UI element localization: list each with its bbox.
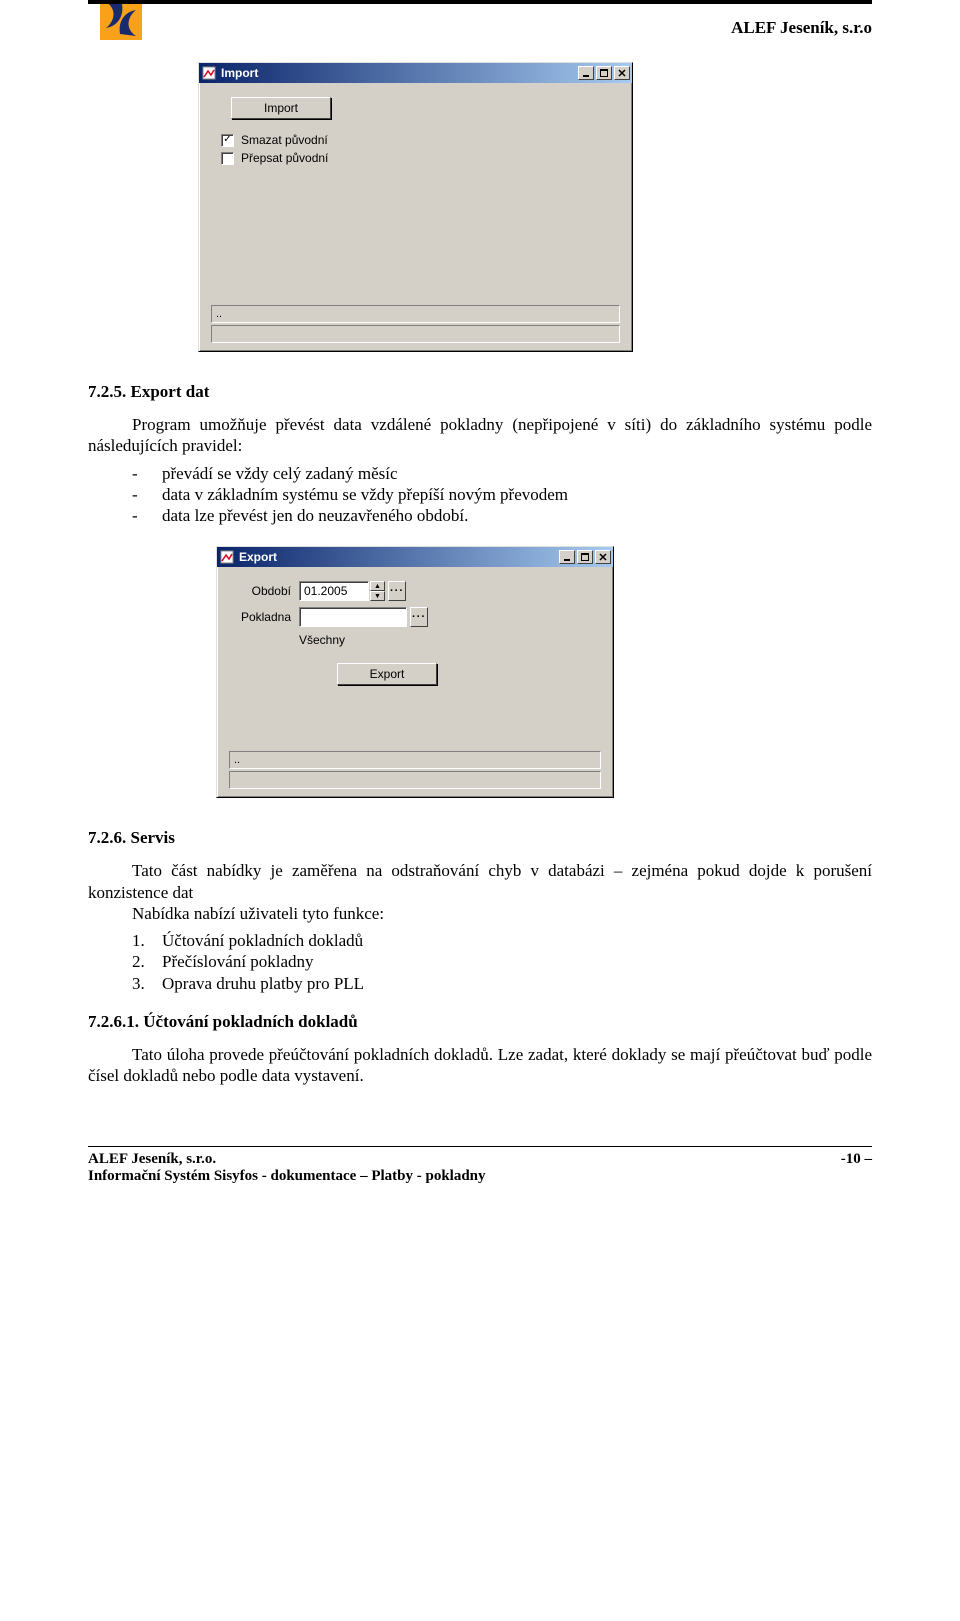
label-obdobi: Období: [227, 584, 299, 598]
input-obdobi[interactable]: 01.2005: [299, 581, 369, 601]
bullet-725-3: data lze převést jen do neuzavřeného obd…: [88, 505, 872, 526]
close-button[interactable]: [614, 66, 630, 80]
minimize-button[interactable]: [559, 550, 575, 564]
import-button[interactable]: Import: [231, 97, 331, 119]
para-7261: Tato úloha provede přeúčtování pokladníc…: [88, 1044, 872, 1087]
label-vsechny: Všechny: [299, 633, 345, 647]
bullet-725-2: data v základním systému se vždy přepíší…: [88, 484, 872, 505]
footer-company: ALEF Jeseník, s.r.o.: [88, 1151, 486, 1168]
heading-725: 7.2.5. Export dat: [88, 382, 872, 402]
item-726-1: Účtování pokladních dokladů: [88, 930, 872, 951]
import-status-1: ..: [211, 305, 620, 323]
checkbox-prepsat-label: Přepsat původní: [241, 151, 328, 165]
import-window: Import Import ✓ Smazat původní Přepsat p…: [198, 62, 633, 352]
window-icon: [201, 65, 217, 81]
import-status-2: [211, 325, 620, 343]
import-titlebar[interactable]: Import: [199, 63, 632, 83]
checkbox-prepsat[interactable]: [221, 152, 234, 165]
heading-7261: 7.2.6.1. Účtování pokladních dokladů: [88, 1012, 872, 1032]
para-726-1: Tato část nabídky je zaměřena na odstraň…: [88, 860, 872, 903]
maximize-button[interactable]: [577, 550, 593, 564]
export-button[interactable]: Export: [337, 663, 437, 685]
import-title: Import: [221, 63, 578, 83]
export-title: Export: [239, 547, 559, 567]
checkbox-smazat[interactable]: ✓: [221, 134, 234, 147]
item-726-2: Přečíslování pokladny: [88, 951, 872, 972]
minimize-button[interactable]: [578, 66, 594, 80]
header-company: ALEF Jeseník, s.r.o: [88, 12, 872, 44]
input-pokladna[interactable]: [299, 607, 407, 627]
export-status-1: ..: [229, 751, 601, 769]
footer-doc-title: Informační Systém Sisyfos - dokumentace …: [88, 1168, 486, 1185]
close-button[interactable]: [595, 550, 611, 564]
item-726-3: Oprava druhu platby pro PLL: [88, 973, 872, 994]
window-icon: [219, 549, 235, 565]
heading-726: 7.2.6. Servis: [88, 828, 872, 848]
bullet-725-1: převádí se vždy celý zadaný měsíc: [88, 463, 872, 484]
obdobi-browse-button[interactable]: ···: [388, 581, 406, 601]
spin-up[interactable]: ▲: [370, 581, 385, 591]
footer-page-number: -10 –: [841, 1151, 872, 1185]
export-window: Export Období 01.2005 ▲ ▼ ··· Pokladna ·…: [216, 546, 614, 798]
spin-down[interactable]: ▼: [370, 591, 385, 601]
export-titlebar[interactable]: Export: [217, 547, 613, 567]
para-725: Program umožňuje převést data vzdálené p…: [88, 414, 872, 457]
para-726-2: Nabídka nabízí uživateli tyto funkce:: [88, 903, 872, 924]
checkbox-smazat-label: Smazat původní: [241, 133, 328, 147]
pokladna-browse-button[interactable]: ···: [410, 607, 428, 627]
maximize-button[interactable]: [596, 66, 612, 80]
label-pokladna: Pokladna: [227, 610, 299, 624]
logo: [100, 0, 142, 40]
export-status-2: [229, 771, 601, 789]
